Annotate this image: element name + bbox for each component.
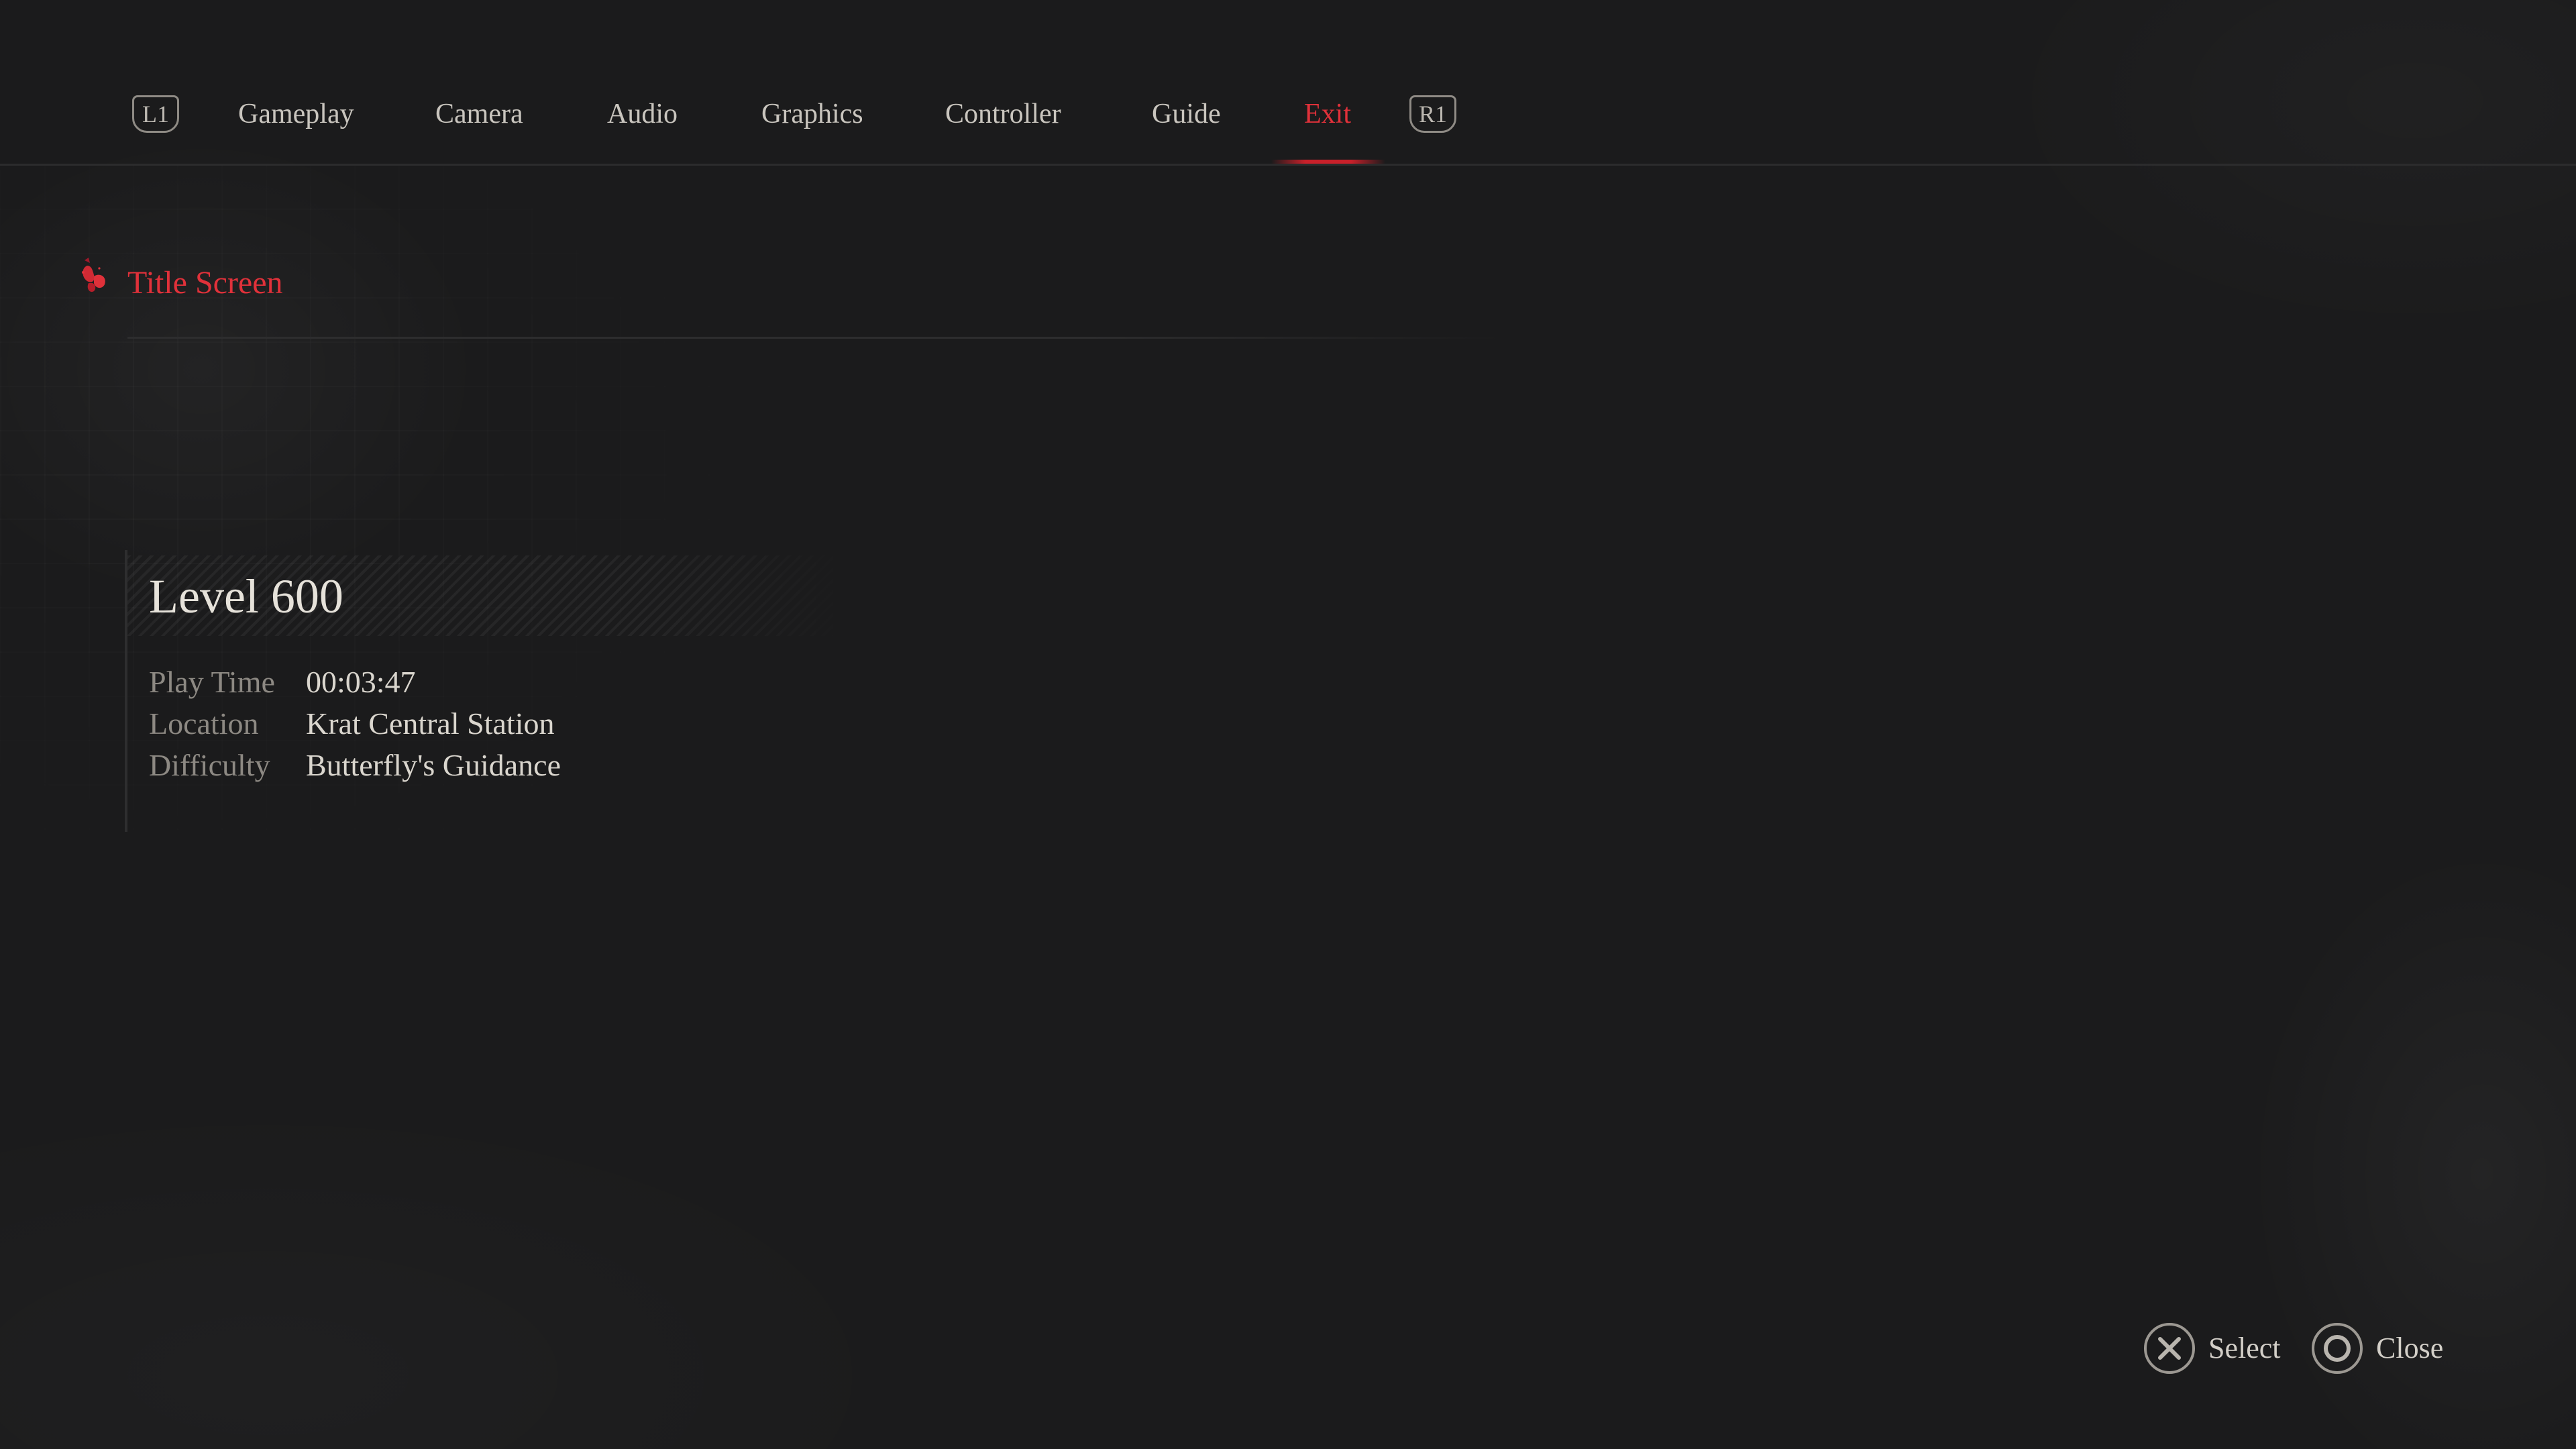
tab-label: Gameplay (238, 99, 354, 129)
cross-button-icon (2144, 1323, 2195, 1374)
r1-label: R1 (1418, 101, 1447, 127)
active-tab-indicator (1271, 160, 1385, 164)
select-label: Select (2208, 1332, 2281, 1364)
close-label: Close (2376, 1332, 2444, 1364)
tab-label: Exit (1304, 99, 1351, 129)
tab-label: Camera (435, 99, 523, 129)
l1-label: L1 (142, 101, 169, 127)
info-value: Butterfly's Guidance (306, 748, 561, 782)
info-value: 00:03:47 (306, 665, 416, 699)
divider (127, 337, 1503, 339)
tab-camera[interactable]: Camera (435, 98, 523, 130)
save-info-panel: Level 600 Play Time 00:03:47 Location Kr… (125, 550, 865, 832)
tab-label: Audio (607, 99, 678, 129)
tab-exit[interactable]: Exit (1304, 98, 1351, 130)
tab-label: Controller (945, 99, 1061, 129)
menu-item-title-screen[interactable]: Title Screen (79, 248, 1503, 339)
select-prompt[interactable]: Select (2144, 1323, 2281, 1374)
tab-graphics[interactable]: Graphics (761, 98, 863, 130)
info-value: Krat Central Station (306, 706, 555, 741)
tab-guide[interactable]: Guide (1152, 98, 1221, 130)
butterfly-cursor-icon (82, 258, 105, 292)
tab-label: Guide (1152, 99, 1221, 129)
l1-shoulder-button-icon[interactable]: L1 (132, 95, 179, 133)
info-label: Difficulty (149, 748, 270, 782)
r1-shoulder-button-icon[interactable]: R1 (1409, 95, 1456, 133)
info-label: Location (149, 706, 259, 741)
tab-label: Graphics (761, 99, 863, 129)
level-title: Level 600 (149, 570, 343, 623)
circle-button-icon (2312, 1323, 2363, 1374)
tab-controller[interactable]: Controller (945, 98, 1061, 130)
info-label: Play Time (149, 665, 275, 699)
menu-item-label: Title Screen (127, 265, 283, 301)
tab-gameplay[interactable]: Gameplay (238, 98, 354, 130)
close-prompt[interactable]: Close (2312, 1323, 2446, 1374)
top-navigation: L1 Gameplay Camera Audio Graphics Contro… (0, 0, 2576, 166)
tab-audio[interactable]: Audio (607, 98, 678, 130)
